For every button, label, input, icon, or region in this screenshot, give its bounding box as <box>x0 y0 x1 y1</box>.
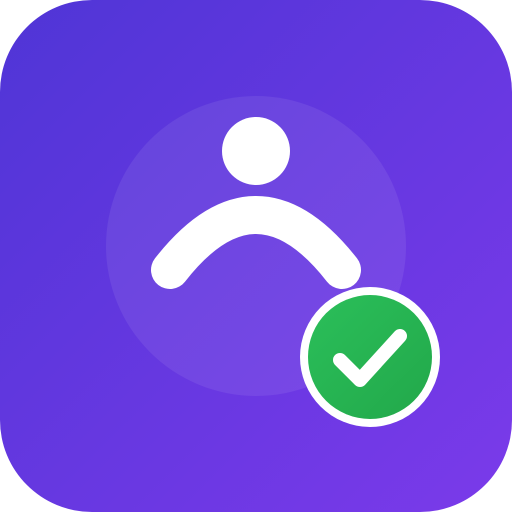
verified-badge <box>300 287 440 427</box>
person-head <box>222 117 290 185</box>
user-verified-app-icon[interactable] <box>0 0 512 512</box>
badge-circle <box>308 295 432 419</box>
